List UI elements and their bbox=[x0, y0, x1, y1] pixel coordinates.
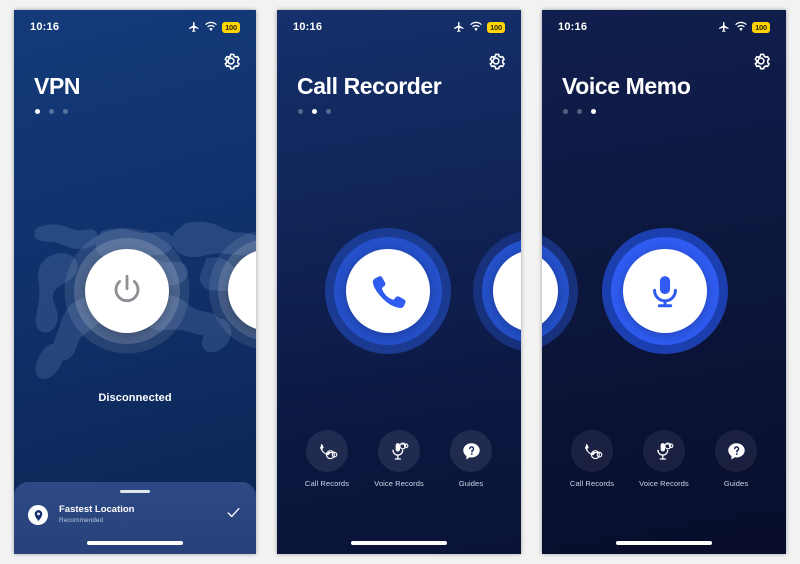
question-bubble-icon bbox=[715, 430, 757, 472]
settings-button[interactable] bbox=[220, 50, 242, 72]
page-dot-1[interactable] bbox=[35, 109, 40, 114]
page-dot-1[interactable] bbox=[298, 109, 303, 114]
settings-button[interactable] bbox=[750, 50, 772, 72]
call-records-icon bbox=[571, 430, 613, 472]
shortcut-guides[interactable]: Guides bbox=[700, 430, 772, 488]
airplane-mode-icon bbox=[719, 22, 729, 32]
page-title: Call Recorder bbox=[297, 73, 442, 99]
page-title: VPN bbox=[34, 73, 81, 99]
status-icon-group: 100 bbox=[453, 21, 505, 33]
call-records-glyph bbox=[584, 443, 602, 459]
shortcut-label: Call Records bbox=[569, 479, 615, 488]
call-button-core bbox=[346, 249, 430, 333]
status-bar: 10:16 100 bbox=[277, 10, 521, 44]
shortcut-label: Voice Records bbox=[639, 479, 689, 488]
carousel-peek-prev[interactable] bbox=[542, 230, 578, 352]
shortcut-guides[interactable]: Guides bbox=[435, 430, 507, 488]
checkmark-icon bbox=[227, 508, 240, 518]
status-icon-group: 100 bbox=[718, 21, 770, 33]
wifi-icon bbox=[735, 21, 747, 31]
shortcut-voice-records[interactable]: Voice Records bbox=[363, 430, 435, 488]
gear-icon bbox=[489, 53, 506, 70]
page-dot-2[interactable] bbox=[577, 109, 582, 114]
shortcuts-row: Call Records Voice Records Guides bbox=[542, 430, 786, 488]
home-indicator bbox=[616, 541, 712, 545]
call-record-button[interactable] bbox=[325, 228, 451, 354]
page-dot-2[interactable] bbox=[49, 109, 54, 114]
microphone-button-core bbox=[623, 249, 707, 333]
call-records-glyph bbox=[319, 443, 337, 459]
shortcuts-row: Call Records Voice Records Guides bbox=[277, 430, 521, 488]
sheet-grabber[interactable] bbox=[120, 490, 150, 493]
battery-badge: 100 bbox=[487, 21, 505, 33]
page-dot-3[interactable] bbox=[591, 109, 596, 114]
page-dot-3[interactable] bbox=[63, 109, 68, 114]
voice-records-glyph bbox=[656, 441, 673, 460]
wifi-icon bbox=[470, 21, 482, 31]
shortcut-label: Guides bbox=[458, 479, 484, 488]
phone-screen-voice-memo: 10:16 100 Voice Memo Call Records Voice … bbox=[542, 10, 786, 554]
power-icon bbox=[114, 274, 139, 302]
question-bubble-glyph bbox=[727, 442, 745, 459]
gear-icon bbox=[754, 53, 771, 70]
question-bubble-glyph bbox=[462, 442, 480, 459]
gear-icon bbox=[224, 53, 241, 70]
settings-button[interactable] bbox=[485, 50, 507, 72]
location-subtitle: Recommended bbox=[59, 517, 104, 524]
shortcut-label: Guides bbox=[723, 479, 749, 488]
location-pin-glyph bbox=[34, 509, 42, 521]
status-icon-group: 100 bbox=[188, 21, 240, 33]
voice-memo-record-button[interactable] bbox=[602, 228, 728, 354]
selected-location-row[interactable]: Fastest Location Recommended bbox=[28, 504, 242, 526]
page-indicator[interactable] bbox=[35, 109, 68, 114]
page-dot-1[interactable] bbox=[563, 109, 568, 114]
shortcut-label: Voice Records bbox=[374, 479, 424, 488]
screenshot-stage: 10:16 100 VPN Disconnected Fastest Locat… bbox=[0, 0, 800, 564]
home-indicator bbox=[87, 541, 183, 545]
page-indicator[interactable] bbox=[298, 109, 331, 114]
phone-screen-call-recorder: 10:16 100 Call Recorder Call Records Voi… bbox=[277, 10, 521, 554]
shortcut-call-records[interactable]: Call Records bbox=[556, 430, 628, 488]
location-selected-check bbox=[225, 504, 242, 526]
voice-records-icon bbox=[378, 430, 420, 472]
battery-badge: 100 bbox=[222, 21, 240, 33]
carousel-peek-next[interactable] bbox=[209, 230, 256, 350]
phone-screen-vpn: 10:16 100 VPN Disconnected Fastest Locat… bbox=[14, 10, 256, 554]
location-sheet[interactable]: Fastest Location Recommended bbox=[14, 482, 256, 554]
connection-status-label: Disconnected bbox=[98, 392, 172, 404]
voice-records-icon bbox=[643, 430, 685, 472]
status-time: 10:16 bbox=[30, 21, 60, 33]
battery-badge: 100 bbox=[752, 21, 770, 33]
page-title: Voice Memo bbox=[562, 73, 691, 99]
page-dot-2[interactable] bbox=[312, 109, 317, 114]
carousel-peek-next[interactable] bbox=[473, 230, 521, 352]
airplane-mode-icon bbox=[454, 22, 464, 32]
airplane-mode-icon bbox=[189, 22, 199, 32]
home-indicator bbox=[351, 541, 447, 545]
shortcut-call-records[interactable]: Call Records bbox=[291, 430, 363, 488]
wifi-icon bbox=[205, 21, 217, 31]
microphone-icon bbox=[653, 276, 677, 308]
question-bubble-icon bbox=[450, 430, 492, 472]
status-time: 10:16 bbox=[558, 21, 588, 33]
shortcut-voice-records[interactable]: Voice Records bbox=[628, 430, 700, 488]
status-bar: 10:16 100 bbox=[14, 10, 256, 44]
power-button-core bbox=[84, 248, 169, 333]
page-dot-3[interactable] bbox=[326, 109, 331, 114]
location-title: Fastest Location bbox=[59, 504, 135, 515]
location-pin-icon bbox=[28, 505, 48, 525]
shortcut-label: Call Records bbox=[304, 479, 350, 488]
page-indicator[interactable] bbox=[563, 109, 596, 114]
vpn-power-button[interactable] bbox=[64, 228, 189, 353]
phone-icon bbox=[372, 276, 406, 309]
voice-records-glyph bbox=[391, 441, 408, 460]
status-time: 10:16 bbox=[293, 21, 323, 33]
call-records-icon bbox=[306, 430, 348, 472]
status-bar: 10:16 100 bbox=[542, 10, 786, 44]
location-text-block: Fastest Location Recommended bbox=[59, 504, 225, 526]
